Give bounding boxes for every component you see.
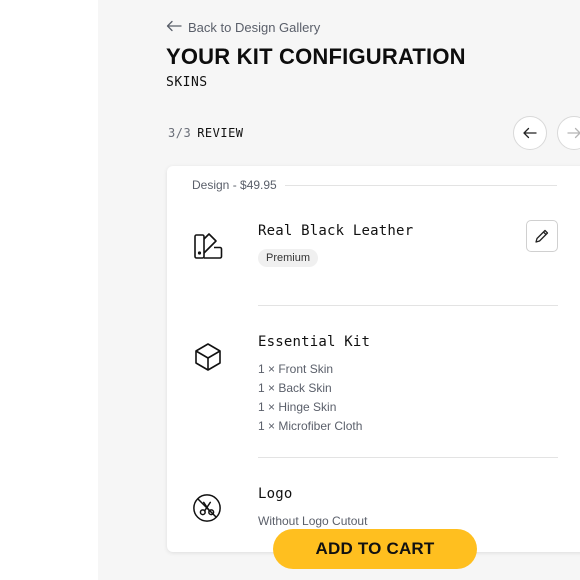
list-item: 1 × Front Skin xyxy=(258,362,334,376)
swatch-icon xyxy=(193,231,223,261)
divider xyxy=(258,457,558,458)
arrow-left-icon xyxy=(523,127,537,139)
arrow-left-icon xyxy=(166,20,182,35)
no-cut-icon xyxy=(192,493,222,523)
kit-parts-list: 1 × Front Skin 1 × Back Skin 1 × Hinge S… xyxy=(258,362,362,438)
pencil-icon xyxy=(535,229,549,243)
back-to-gallery-link[interactable]: Back to Design Gallery xyxy=(166,20,320,35)
list-item: 1 × Microfiber Cloth xyxy=(258,419,363,433)
step-indicator: 3/3 REVIEW xyxy=(168,126,244,140)
list-item: 1 × Hinge Skin xyxy=(258,400,337,414)
page-title: YOUR KIT CONFIGURATION xyxy=(166,44,466,69)
step-label: REVIEW xyxy=(197,126,244,140)
back-link-label: Back to Design Gallery xyxy=(188,20,321,35)
add-to-cart-button[interactable]: ADD TO CART xyxy=(273,529,477,569)
divider xyxy=(258,305,558,306)
logo-title: Logo xyxy=(258,486,293,502)
design-price-label: Design - $49.95 xyxy=(192,178,285,192)
logo-detail: Without Logo Cutout xyxy=(258,514,368,528)
arrow-right-icon xyxy=(567,127,580,139)
edit-material-button[interactable] xyxy=(526,220,558,252)
divider xyxy=(285,185,557,186)
material-title: Real Black Leather xyxy=(258,223,414,239)
cube-icon xyxy=(193,342,223,372)
premium-badge: Premium xyxy=(258,249,319,267)
step-number: 3/3 xyxy=(168,126,192,140)
left-panel xyxy=(0,0,98,580)
previous-step-button[interactable] xyxy=(513,116,547,150)
page-subtitle: SKINS xyxy=(166,75,208,90)
list-item: 1 × Back Skin xyxy=(258,381,332,395)
kit-title: Essential Kit xyxy=(258,334,371,350)
